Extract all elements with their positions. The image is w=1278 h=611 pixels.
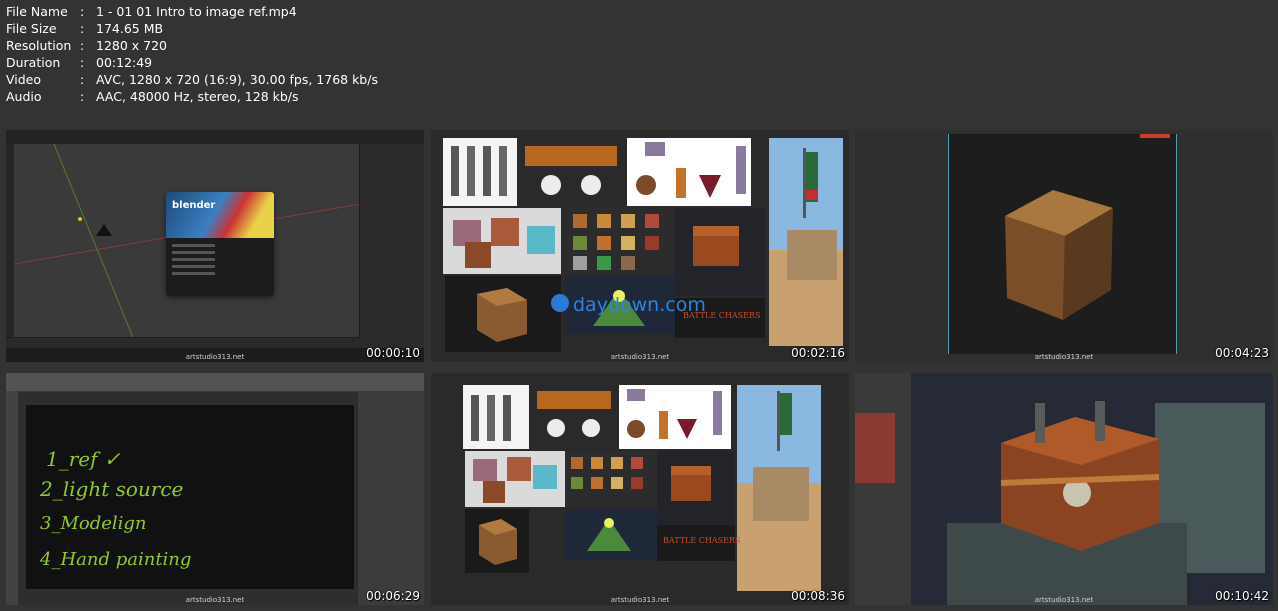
timestamp: 00:02:16: [791, 346, 845, 360]
info-row-audio: Audio : AAC, 48000 Hz, stereo, 128 kb/s: [6, 88, 378, 105]
timestamp: 00:06:29: [366, 589, 420, 603]
photoshop-toolbar: [6, 373, 424, 392]
watermark: artstudio313.net: [185, 596, 245, 604]
info-value: 00:12:49: [96, 55, 153, 70]
note-ref: 1_ref ✓: [46, 447, 121, 471]
thumbnail-blender[interactable]: blender artstudio313.net 00:00:10: [6, 130, 424, 362]
reference-board-image: daydown.com BATTLE CHASERS: [431, 130, 849, 362]
info-row-filename: File Name : 1 - 01 01 Intro to image ref…: [6, 3, 378, 20]
watermark: artstudio313.net: [1034, 353, 1094, 361]
photoshop-tools-panel: [6, 391, 18, 605]
blender-menubar: [6, 130, 424, 145]
info-key: File Size: [6, 21, 57, 36]
photoshop-canvas: 1_ref ✓ 2_light source 3_Modelign 4_Hand…: [26, 405, 354, 589]
reference-caption: BATTLE CHASERS: [683, 311, 760, 320]
info-key: File Name: [6, 4, 68, 19]
thumbnail-chest[interactable]: artstudio313.net 00:10:42: [855, 373, 1273, 605]
thumbnail-photoshop-notes[interactable]: 1_ref ✓ 2_light source 3_Modelign 4_Hand…: [6, 373, 424, 605]
timestamp: 00:08:36: [791, 589, 845, 603]
info-separator: :: [80, 38, 85, 53]
reference-caption: BATTLE CHASERS: [663, 536, 740, 545]
info-separator: :: [80, 4, 85, 19]
blender-logo: blender: [172, 200, 216, 211]
info-separator: :: [80, 72, 85, 87]
info-value: AAC, 48000 Hz, stereo, 128 kb/s: [96, 89, 299, 104]
info-key: Resolution: [6, 38, 72, 53]
watermark: artstudio313.net: [185, 353, 245, 361]
info-row-resolution: Resolution : 1280 x 720: [6, 37, 378, 54]
blender-timeline: [6, 337, 360, 348]
watermark: artstudio313.net: [1034, 596, 1094, 604]
blender-splash-screen: blender: [166, 192, 274, 296]
info-value: 1280 x 720: [96, 38, 168, 53]
info-value: AVC, 1280 x 720 (16:9), 30.00 fps, 1768 …: [96, 72, 378, 87]
info-key: Video: [6, 72, 42, 87]
cube-render-image: [855, 130, 1273, 362]
chest-render-image: [855, 373, 1273, 605]
thumbnail-reference-board[interactable]: daydown.com BATTLE CHASERS artstudio313.…: [431, 130, 849, 362]
file-info: File Name : 1 - 01 01 Intro to image ref…: [6, 3, 378, 105]
blender-properties-panel: [359, 144, 424, 348]
info-separator: :: [80, 89, 85, 104]
watermark: artstudio313.net: [610, 596, 670, 604]
timestamp: 00:04:23: [1215, 346, 1269, 360]
info-value: 174.65 MB: [96, 21, 164, 36]
thumbnail-cube[interactable]: artstudio313.net 00:04:23: [855, 130, 1273, 362]
info-value: 1 - 01 01 Intro to image ref.mp4: [96, 4, 297, 19]
info-row-filesize: File Size : 174.65 MB: [6, 20, 378, 37]
info-row-video: Video : AVC, 1280 x 720 (16:9), 30.00 fp…: [6, 71, 378, 88]
info-key: Audio: [6, 89, 42, 104]
info-row-duration: Duration : 00:12:49: [6, 54, 378, 71]
note-modeling: 3_Modelign: [40, 513, 147, 534]
note-light-source: 2_light source: [40, 477, 184, 501]
info-separator: :: [80, 21, 85, 36]
blender-toolbar: [6, 144, 14, 348]
timestamp: 00:10:42: [1215, 589, 1269, 603]
info-separator: :: [80, 55, 85, 70]
thumbnail-reference-board-2[interactable]: BATTLE CHASERS artstudio313.net 00:08:36: [431, 373, 849, 605]
reference-board-image-2: BATTLE CHASERS: [431, 373, 849, 605]
note-hand-painting: 4_Hand painting: [40, 549, 192, 570]
camera-icon: [96, 224, 112, 236]
watermark: artstudio313.net: [610, 353, 670, 361]
photoshop-layers-panel: [357, 391, 424, 605]
timestamp: 00:00:10: [366, 346, 420, 360]
info-key: Duration: [6, 55, 61, 70]
